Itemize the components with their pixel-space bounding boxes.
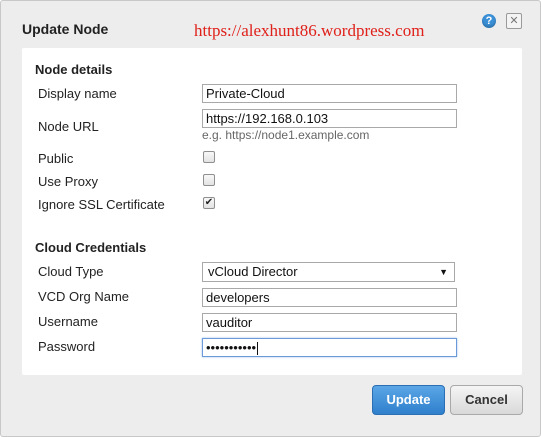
display-name-label: Display name xyxy=(38,86,117,101)
form-panel: Node details Display name Private-Cloud … xyxy=(22,48,522,375)
chevron-down-icon: ▼ xyxy=(439,267,448,277)
ignore-ssl-checkbox[interactable]: ✔ xyxy=(203,197,215,209)
username-label: Username xyxy=(38,314,98,329)
text-cursor xyxy=(257,342,259,356)
use-proxy-checkbox[interactable] xyxy=(203,174,215,186)
ignore-ssl-label: Ignore SSL Certificate xyxy=(38,197,165,212)
vcd-org-label: VCD Org Name xyxy=(38,289,130,304)
cloud-credentials-heading: Cloud Credentials xyxy=(35,240,147,255)
node-url-hint: e.g. https://node1.example.com xyxy=(202,128,370,142)
display-name-field[interactable]: Private-Cloud xyxy=(202,84,457,103)
cloud-type-label: Cloud Type xyxy=(38,264,104,279)
checkmark-icon: ✔ xyxy=(204,197,214,208)
password-label: Password xyxy=(38,339,96,354)
node-details-heading: Node details xyxy=(35,62,113,77)
cancel-button[interactable]: Cancel xyxy=(450,385,523,415)
use-proxy-label: Use Proxy xyxy=(38,174,98,189)
public-label: Public xyxy=(38,151,74,166)
update-node-dialog: Update Node https://alexhunt86.wordpress… xyxy=(0,0,541,437)
dialog-title: Update Node xyxy=(22,21,109,37)
node-url-label: Node URL xyxy=(38,119,99,134)
public-checkbox[interactable] xyxy=(203,151,215,163)
update-button[interactable]: Update xyxy=(372,385,445,415)
vcd-org-field[interactable]: developers xyxy=(202,288,457,307)
close-icon[interactable]: ✕ xyxy=(506,13,522,29)
watermark-text: https://alexhunt86.wordpress.com xyxy=(194,21,425,40)
cloud-type-select[interactable]: vCloud Director ▼ xyxy=(202,262,455,282)
node-url-field[interactable]: https://192.168.0.103 xyxy=(202,109,457,128)
help-icon[interactable]: ? xyxy=(482,14,496,28)
password-mask: ••••••••••• xyxy=(206,340,257,355)
username-field[interactable]: vauditor xyxy=(202,313,457,332)
password-field[interactable]: ••••••••••• xyxy=(202,338,457,357)
cloud-type-value: vCloud Director xyxy=(208,264,298,279)
